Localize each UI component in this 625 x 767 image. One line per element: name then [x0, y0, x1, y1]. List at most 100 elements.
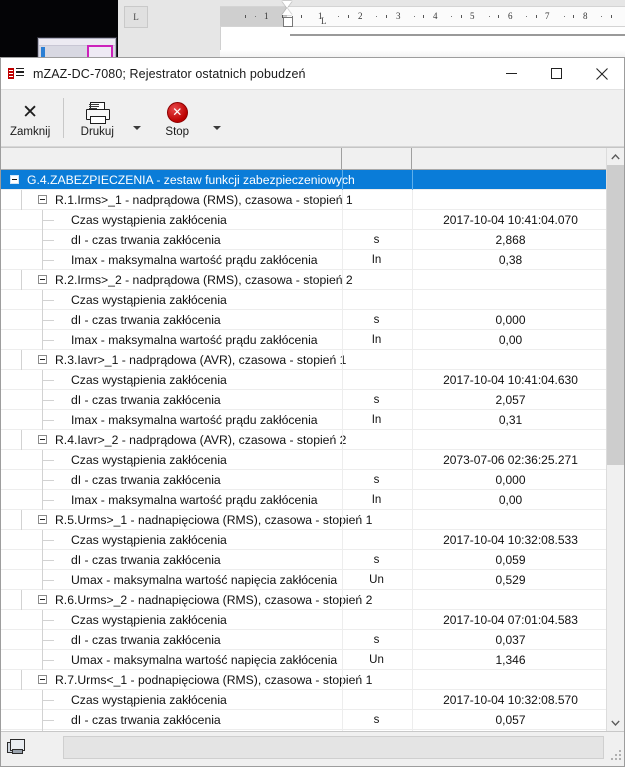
tree-guide-tick	[42, 300, 54, 301]
tree-expander-collapse-icon[interactable]	[38, 675, 47, 684]
row-name: R.3.Iavr>_1 - nadprądowa (AVR), czasowa …	[55, 353, 347, 367]
stop-toolbar-button[interactable]: ✕ Stop	[148, 90, 206, 146]
column-header-unit[interactable]	[342, 148, 412, 169]
row-unit: s	[373, 714, 380, 726]
scrollbar-track[interactable]	[607, 165, 624, 714]
tree-guide-tick	[42, 260, 54, 261]
table-row[interactable]: R.6.Urms>_2 - nadnapięciowa (RMS), czaso…	[1, 590, 624, 610]
row-unit	[342, 270, 411, 290]
row-value	[412, 510, 609, 530]
table-row[interactable]: Umax - maksymalna wartość napięcia zakłó…	[1, 570, 624, 590]
row-name: R.5.Urms>_1 - nadnapięciowa (RMS), czaso…	[55, 513, 373, 527]
ruler-tab-stop[interactable]: L	[321, 16, 327, 26]
row-name: G.4.ZABEZPIECZENIA - zestaw funkcji zabe…	[27, 173, 355, 187]
ruler-tick	[461, 15, 462, 18]
table-row[interactable]: Czas wystąpienia zakłócenia	[1, 290, 624, 310]
tree-guide-line	[21, 590, 22, 610]
row-name: Czas wystąpienia zakłócenia	[71, 693, 227, 707]
title-bar[interactable]: mZAZ-DC-7080; Rejestrator ostatnich pobu…	[1, 58, 624, 90]
tree-expander-collapse-icon[interactable]	[38, 435, 47, 444]
close-toolbar-button[interactable]: ✕ Zamknij	[1, 90, 59, 146]
tree-expander-collapse-icon[interactable]	[38, 355, 47, 364]
row-value: 2017-10-04 10:32:08.533	[443, 533, 578, 547]
table-row[interactable]: Czas wystąpienia zakłócenia 2017-10-04 10…	[1, 210, 624, 230]
table-row[interactable]: R.1.Irms>_1 - nadprądowa (RMS), czasowa …	[1, 190, 624, 210]
maximize-button[interactable]	[534, 58, 579, 89]
table-row[interactable]: R.2.Irms>_2 - nadprądowa (RMS), czasowa …	[1, 270, 624, 290]
table-row[interactable]: Imax - maksymalna wartość prądu zakłócen…	[1, 330, 624, 350]
minimize-button[interactable]	[489, 58, 534, 89]
table-row[interactable]: G.4.ZABEZPIECZENIA - zestaw funkcji zabe…	[1, 170, 624, 190]
tree-guide-tick	[42, 720, 54, 721]
tree-expander-collapse-icon[interactable]	[38, 595, 47, 604]
tree-expander-collapse-icon[interactable]	[38, 195, 47, 204]
row-value: 0,38	[498, 253, 523, 267]
tree-guide-tick	[42, 640, 54, 641]
ruler-dot	[376, 16, 377, 17]
row-unit	[342, 690, 411, 710]
ruler-tab-selector-label: L	[133, 12, 139, 22]
tree-expander-collapse-icon[interactable]	[38, 515, 47, 524]
tree-guide-tick	[42, 340, 54, 341]
row-name: Czas wystąpienia zakłócenia	[71, 613, 227, 627]
row-value: 0,31	[498, 413, 523, 427]
first-line-indent-marker	[282, 1, 292, 8]
table-row[interactable]: dI - czas trwania zakłócenia s 2,868	[1, 230, 624, 250]
table-row[interactable]: Czas wystąpienia zakłócenia 2017-10-04 10…	[1, 370, 624, 390]
table-row[interactable]: Imax - maksymalna wartość prądu zakłócen…	[1, 490, 624, 510]
tree-expander-collapse-icon[interactable]	[10, 175, 19, 184]
resize-grip[interactable]	[611, 750, 621, 760]
table-row[interactable]: R.7.Urms<_1 - podnapięciowa (RMS), czaso…	[1, 670, 624, 690]
ruler-tick	[423, 15, 424, 18]
table-row[interactable]: dI - czas trwania zakłócenia s 2,057	[1, 390, 624, 410]
print-toolbar-button[interactable]: Drukuj	[68, 90, 126, 146]
table-row[interactable]: R.5.Urms>_1 - nadnapięciowa (RMS), czaso…	[1, 510, 624, 530]
row-name: Czas wystąpienia zakłócenia	[71, 533, 227, 547]
close-x-icon: ✕	[22, 101, 39, 123]
row-value: 0,000	[495, 313, 526, 327]
row-unit: s	[373, 634, 380, 646]
close-button[interactable]	[579, 58, 624, 89]
row-unit	[342, 210, 411, 230]
table-row[interactable]: dI - czas trwania zakłócenia s 0,059	[1, 550, 624, 570]
table-row[interactable]: R.3.Iavr>_1 - nadprądowa (AVR), czasowa …	[1, 350, 624, 370]
table-row[interactable]: dI - czas trwania zakłócenia s 0,037	[1, 630, 624, 650]
table-row[interactable]: dI - czas trwania zakłócenia s 0,057	[1, 710, 624, 730]
column-header-value[interactable]	[412, 148, 609, 169]
scrollbar-thumb[interactable]	[607, 165, 624, 465]
table-row[interactable]: Czas wystąpienia zakłócenia 2017-10-04 10…	[1, 690, 624, 710]
tree-expander-collapse-icon[interactable]	[38, 275, 47, 284]
row-unit	[342, 510, 411, 530]
table-row[interactable]: R.4.Iavr>_2 - nadprądowa (AVR), czasowa …	[1, 430, 624, 450]
table-row[interactable]: Umax - maksymalna wartość napięcia zakłó…	[1, 650, 624, 670]
tree-guide-tick	[42, 400, 54, 401]
horizontal-ruler[interactable]: 1 1 2 3 4 5 6 7 8	[220, 6, 625, 27]
stop-dropdown-arrow[interactable]	[206, 90, 228, 146]
row-value	[412, 170, 609, 190]
tree-guide-tick	[42, 700, 54, 701]
ruler-dot	[255, 16, 256, 17]
table-row[interactable]: Imax - maksymalna wartość prądu zakłócen…	[1, 250, 624, 270]
ruler-tab-selector[interactable]: L	[124, 6, 148, 28]
status-text-pane	[63, 736, 604, 759]
tree-guide-tick	[42, 580, 54, 581]
row-unit: In	[371, 494, 382, 506]
stop-toolbar-button-label: Stop	[165, 126, 190, 138]
scroll-up-button[interactable]	[607, 148, 624, 165]
table-row[interactable]: Czas wystąpienia zakłócenia 2073-07-06 02…	[1, 450, 624, 470]
table-row[interactable]: Czas wystąpienia zakłócenia 2017-10-04 07…	[1, 610, 624, 630]
row-unit	[342, 590, 411, 610]
table-row[interactable]: Czas wystąpienia zakłócenia 2017-10-04 10…	[1, 530, 624, 550]
vertical-scrollbar[interactable]	[606, 148, 624, 731]
row-value	[412, 590, 609, 610]
table-row[interactable]: dI - czas trwania zakłócenia s 0,000	[1, 310, 624, 330]
print-dropdown-arrow[interactable]	[126, 90, 148, 146]
scroll-down-button[interactable]	[607, 714, 624, 731]
column-header-name[interactable]	[1, 148, 342, 169]
table-row[interactable]: Imax - maksymalna wartość prądu zakłócen…	[1, 410, 624, 430]
tree-guide-line	[21, 670, 22, 690]
close-toolbar-button-label: Zamknij	[10, 126, 51, 138]
row-value: 0,00	[498, 493, 523, 507]
table-row[interactable]: dI - czas trwania zakłócenia s 0,000	[1, 470, 624, 490]
row-name: R.2.Irms>_2 - nadprądowa (RMS), czasowa …	[55, 273, 353, 287]
